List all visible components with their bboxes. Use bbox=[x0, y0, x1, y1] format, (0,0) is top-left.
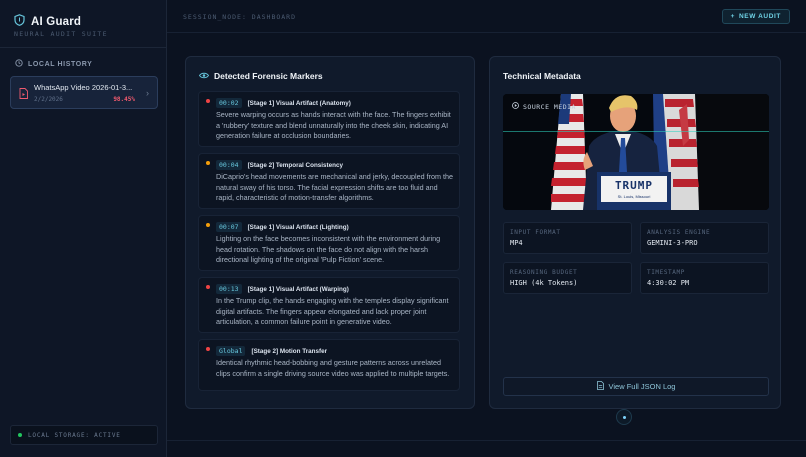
history-item[interactable]: WhatsApp Video 2026-01-3... 2/2/2026 98.… bbox=[10, 76, 158, 109]
history-item-title: WhatsApp Video 2026-01-3... bbox=[34, 83, 133, 92]
forensic-markers-title: Detected Forensic Markers bbox=[214, 71, 323, 81]
marker-text: Lighting on the face becomes inconsisten… bbox=[216, 234, 441, 265]
new-audit-button[interactable]: + NEW AUDIT bbox=[721, 9, 790, 24]
marker-time: 00:04 bbox=[216, 160, 242, 170]
marker-time: 00:07 bbox=[216, 222, 242, 232]
meta-key: REASONING BUDGET bbox=[510, 269, 578, 276]
meta-key: INPUT FORMAT bbox=[510, 229, 561, 236]
document-icon bbox=[596, 381, 604, 392]
severity-dot-icon bbox=[206, 161, 210, 165]
marker-card: 00:13 [Stage 1] Visual Artifact (Warping)… bbox=[198, 277, 460, 333]
history-item-score: 98.45% bbox=[113, 96, 135, 103]
meta-input-format: INPUT FORMAT MP4 bbox=[503, 222, 632, 254]
shield-icon bbox=[14, 13, 25, 31]
brand-name: AI Guard bbox=[31, 16, 82, 28]
technical-metadata-panel: Technical Metadata SOURCE MEDIA TRUMP St… bbox=[489, 56, 781, 409]
meta-analysis-engine: ANALYSIS ENGINE GEMINI-3-PRO bbox=[640, 222, 769, 254]
session-label: SESSION_NODE: DASHBOARD bbox=[183, 13, 297, 21]
severity-dot-icon bbox=[206, 285, 210, 289]
meta-value: MP4 bbox=[510, 239, 523, 247]
marker-text: DiCaprio's head movements are mechanical… bbox=[216, 172, 453, 203]
topbar: SESSION_NODE: DASHBOARD + NEW AUDIT bbox=[167, 0, 806, 33]
source-media-player[interactable]: SOURCE MEDIA TRUMP St. Louis, Missouri bbox=[503, 94, 769, 210]
status-dot-icon bbox=[18, 433, 22, 437]
marker-time: 00:02 bbox=[216, 98, 242, 108]
history-label: LOCAL HISTORY bbox=[28, 60, 93, 68]
marker-text: Severe warping occurs as hands interact … bbox=[216, 110, 451, 141]
history-icon bbox=[15, 59, 23, 69]
history-heading: LOCAL HISTORY bbox=[15, 59, 92, 69]
play-icon bbox=[512, 102, 519, 111]
marker-card: 00:04 [Stage 2] Temporal Consistency DiCa… bbox=[198, 153, 460, 209]
source-media-label: SOURCE MEDIA bbox=[523, 102, 576, 111]
meta-value: 4:30:02 PM bbox=[647, 279, 690, 287]
file-video-icon bbox=[19, 86, 28, 104]
marker-label: [Stage 2] Temporal Consistency bbox=[247, 161, 343, 169]
new-audit-label: NEW AUDIT bbox=[739, 13, 781, 20]
severity-dot-icon bbox=[206, 99, 210, 103]
scan-line bbox=[503, 131, 769, 132]
marker-card: 00:02 [Stage 1] Visual Artifact (Anatomy)… bbox=[198, 91, 460, 147]
meta-value: GEMINI-3-PRO bbox=[647, 239, 698, 247]
storage-status: LOCAL STORAGE: ACTIVE bbox=[10, 425, 158, 445]
meta-reasoning-budget: REASONING BUDGET HIGH (4k Tokens) bbox=[503, 262, 632, 294]
metadata-title: Technical Metadata bbox=[503, 71, 581, 81]
marker-label: [Stage 1] Visual Artifact (Anatomy) bbox=[247, 99, 351, 107]
view-json-log-button[interactable]: View Full JSON Log bbox=[503, 377, 769, 396]
brand: AI Guard bbox=[14, 13, 81, 31]
marker-label: [Stage 2] Motion Transfer bbox=[251, 347, 328, 355]
severity-dot-icon bbox=[206, 223, 210, 227]
podium-text: TRUMP bbox=[614, 179, 654, 192]
view-json-log-label: View Full JSON Log bbox=[608, 382, 676, 391]
meta-value: HIGH (4k Tokens) bbox=[510, 279, 578, 287]
eye-icon bbox=[198, 71, 210, 81]
sidebar: AI Guard NEURAL AUDIT SUITE LOCAL HISTOR… bbox=[0, 0, 167, 457]
bottom-divider bbox=[167, 440, 806, 441]
chevron-right-icon: › bbox=[146, 88, 149, 98]
marker-time: Global bbox=[216, 346, 246, 356]
video-frame bbox=[503, 94, 769, 210]
severity-dot-icon bbox=[206, 347, 210, 351]
storage-label: LOCAL STORAGE: ACTIVE bbox=[28, 431, 121, 439]
marker-card: Global [Stage 2] Motion Transfer Identica… bbox=[198, 339, 460, 391]
meta-key: TIMESTAMP bbox=[647, 269, 685, 276]
marker-time: 00:13 bbox=[216, 284, 242, 294]
scroll-indicator[interactable] bbox=[616, 409, 632, 425]
forensic-markers-heading: Detected Forensic Markers bbox=[198, 71, 323, 81]
meta-timestamp: TIMESTAMP 4:30:02 PM bbox=[640, 262, 769, 294]
brand-subtitle: NEURAL AUDIT SUITE bbox=[14, 30, 108, 38]
marker-label: [Stage 1] Visual Artifact (Warping) bbox=[247, 285, 349, 293]
plus-icon: + bbox=[730, 13, 735, 20]
source-media-tag: SOURCE MEDIA bbox=[512, 102, 576, 111]
podium-subtext: St. Louis, Missouri bbox=[617, 194, 651, 199]
marker-text: Identical rhythmic head-bobbing and gest… bbox=[216, 358, 450, 378]
history-item-date: 2/2/2026 bbox=[34, 96, 63, 103]
marker-text: In the Trump clip, the hands engaging wi… bbox=[216, 296, 449, 327]
forensic-markers-panel: Detected Forensic Markers 00:02 [Stage 1]… bbox=[185, 56, 475, 409]
meta-key: ANALYSIS ENGINE bbox=[647, 229, 711, 236]
marker-label: [Stage 1] Visual Artifact (Lighting) bbox=[247, 223, 349, 231]
marker-card: 00:07 [Stage 1] Visual Artifact (Lighting… bbox=[198, 215, 460, 271]
sidebar-divider bbox=[0, 47, 166, 48]
